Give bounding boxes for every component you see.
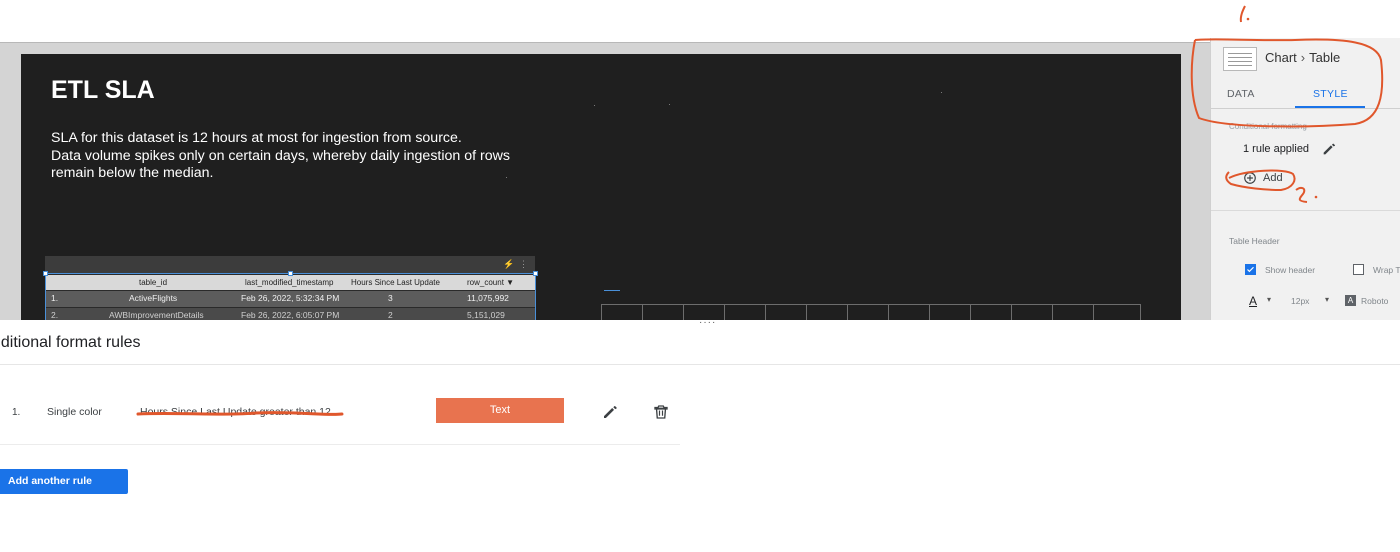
show-header-label: Show header: [1265, 265, 1316, 275]
column-header[interactable]: Hours Since Last Update: [351, 275, 440, 290]
rule-type: Single color: [47, 406, 102, 418]
font-size-select[interactable]: 12px: [1291, 296, 1309, 306]
strikethrough-annotation: [136, 411, 344, 416]
canvas-speck: [941, 92, 942, 93]
edit-icon[interactable]: [1321, 141, 1337, 157]
text-color-icon[interactable]: A: [1249, 294, 1257, 308]
filter-icon[interactable]: ⚡: [503, 259, 514, 269]
add-circle-icon: [1244, 172, 1256, 184]
rule-index: 1.: [12, 407, 21, 418]
conditional-format-sheet: nditional format rules 1. Single color H…: [0, 324, 1400, 552]
table-cell: ActiveFlights: [129, 293, 178, 303]
description-line: SLA for this dataset is 12 hours at most…: [51, 130, 462, 146]
show-header-checkbox[interactable]: [1245, 264, 1256, 275]
breadcrumb: Chart › Table: [1265, 50, 1340, 65]
dropdown-arrow-icon[interactable]: ▾: [1267, 295, 1271, 304]
font-family-icon: A: [1345, 295, 1356, 306]
column-header[interactable]: row_count ▼: [467, 275, 514, 290]
column-header[interactable]: table_id: [139, 275, 167, 290]
wrap-text-checkbox[interactable]: [1353, 264, 1364, 275]
add-another-rule-button[interactable]: Add another rule: [0, 469, 128, 494]
table-row[interactable]: 1. ActiveFlights Feb 26, 2022, 5:32:34 P…: [45, 291, 535, 307]
dropdown-arrow-icon[interactable]: ▾: [1325, 295, 1329, 304]
top-bar: [0, 0, 1400, 42]
sheet-title: nditional format rules: [0, 334, 141, 351]
rule-row[interactable]: 1. Single color Hours Since Last Update …: [0, 386, 680, 445]
resize-handle[interactable]: [533, 271, 538, 276]
table-cell: 11,075,992: [467, 293, 509, 303]
tab-style[interactable]: STYLE: [1313, 88, 1348, 100]
canvas-speck: [669, 104, 670, 105]
canvas-speck: [506, 177, 507, 178]
sheet-divider: [0, 364, 1400, 365]
font-format-row: A ▾ 12px ▾ A Roboto: [1211, 292, 1400, 312]
canvas-speck: [594, 105, 595, 106]
properties-panel: Chart › Table DATA STYLE Conditional forma…: [1210, 38, 1400, 322]
more-icon[interactable]: ⋮: [519, 259, 529, 269]
report-title[interactable]: ETL SLA: [51, 76, 155, 105]
edit-icon[interactable]: [601, 403, 619, 421]
wrap-text-label: Wrap T: [1373, 265, 1400, 275]
font-family-select[interactable]: Roboto: [1361, 296, 1388, 306]
chevron-right-icon: ›: [1300, 50, 1306, 65]
panel-header: Chart › Table: [1211, 38, 1400, 80]
panel-divider: [1211, 210, 1400, 211]
report-description[interactable]: SLA for this dataset is 12 hours at most…: [51, 130, 531, 183]
panel-tabs: DATA STYLE: [1211, 82, 1400, 109]
table-header-row: table_id last_modified_timestamp Hours S…: [45, 275, 535, 290]
add-label: Add: [1263, 172, 1283, 184]
column-header[interactable]: last_modified_timestamp: [245, 275, 333, 290]
app-window: ETL SLA SLA for this dataset is 12 hours…: [0, 0, 1400, 552]
section-label: Conditional formatting: [1229, 122, 1307, 131]
rule-style-preview[interactable]: Text: [436, 398, 564, 423]
table-cell: 3: [388, 293, 393, 303]
description-line: remain below the median.: [51, 165, 214, 181]
active-tab-indicator: [1295, 106, 1365, 108]
tab-data[interactable]: DATA: [1227, 88, 1255, 100]
table-widget[interactable]: ⚡ ⋮ table_id last_modified_timestamp Hou…: [45, 256, 535, 322]
table-cell: Feb 26, 2022, 5:32:34 PM: [241, 293, 340, 303]
resize-handle[interactable]: [43, 271, 48, 276]
table-chart-icon[interactable]: [1223, 47, 1257, 71]
add-rule-button[interactable]: Add: [1243, 170, 1303, 188]
chart-marker: [604, 290, 620, 291]
check-icon: [1247, 266, 1254, 273]
report-page: ETL SLA SLA for this dataset is 12 hours…: [21, 54, 1181, 322]
breadcrumb-item[interactable]: Table: [1309, 50, 1340, 65]
delete-icon[interactable]: [652, 403, 670, 421]
breadcrumb-item[interactable]: Chart: [1265, 50, 1297, 65]
row-index: 1.: [51, 293, 59, 303]
resize-handle[interactable]: [288, 271, 293, 276]
table-header-label: Table Header: [1229, 236, 1280, 246]
description-line: Data volume spikes only on certain days,…: [51, 147, 510, 164]
rule-status: 1 rule applied: [1243, 143, 1310, 155]
